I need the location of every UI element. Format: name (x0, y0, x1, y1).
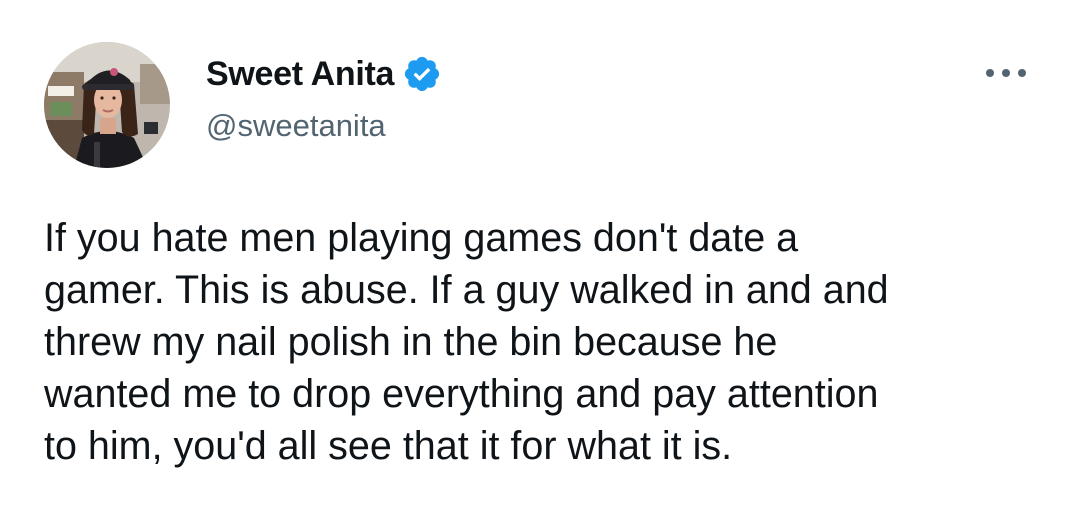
author-display-name[interactable]: Sweet Anita (206, 52, 394, 96)
author-handle[interactable]: @sweetanita (206, 104, 386, 148)
author-name-row: Sweet Anita (206, 52, 442, 96)
tweet-card: Sweet Anita @sweetanita If you hate men … (0, 0, 1080, 507)
tweet-text: If you hate men playing games don't date… (44, 216, 889, 468)
avatar[interactable] (44, 42, 170, 168)
more-options-button[interactable] (978, 58, 1034, 88)
verified-badge-icon[interactable] (402, 54, 442, 94)
more-options-icon (986, 69, 1026, 77)
avatar-photo-icon (44, 42, 170, 168)
